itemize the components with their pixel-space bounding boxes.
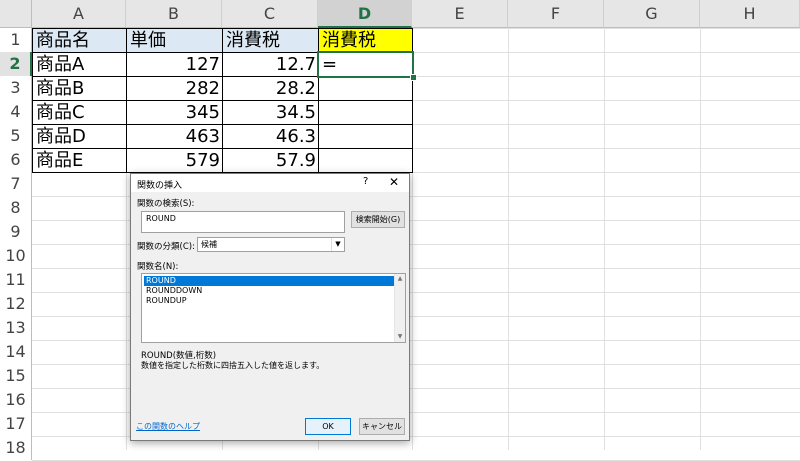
row-header-18[interactable]: 18 [0,436,32,460]
table-cell-tax[interactable]: 12.7 [222,52,319,77]
row-header-16[interactable]: 16 [0,388,32,412]
table-cell-name[interactable]: 商品B [32,76,127,101]
dialog-titlebar[interactable]: 関数の挿入 ? ✕ [131,174,409,192]
row-header-6[interactable]: 6 [0,148,32,172]
table-cell-name[interactable]: 商品C [32,100,127,125]
cancel-button[interactable]: キャンセル [359,418,405,435]
row-header-7[interactable]: 7 [0,172,32,196]
close-icon[interactable]: ✕ [389,175,399,189]
column-header-h[interactable]: H [700,0,800,28]
row-header-17[interactable]: 17 [0,412,32,436]
table-cell-tax[interactable]: 28.2 [222,76,319,101]
row-header-2[interactable]: 2 [0,52,32,76]
row-header-5[interactable]: 5 [0,124,32,148]
row-header-12[interactable]: 12 [0,292,32,316]
header-cell-tax[interactable]: 消費税 [222,28,319,53]
table-cell-d[interactable] [318,100,413,125]
header-cell-name[interactable]: 商品名 [32,28,127,53]
category-label: 関数の分類(C): [137,242,195,252]
insert-function-dialog: 関数の挿入 ? ✕ 関数の検索(S): ROUND 検索開始(G) 関数の分類(… [130,173,410,441]
listbox-scrollbar[interactable]: ▲ ▼ [394,274,405,342]
table-cell-d[interactable] [318,76,413,101]
row-header-1[interactable]: 1 [0,28,32,52]
table-cell-price[interactable]: 579 [126,148,223,173]
table-cell-price[interactable]: 127 [126,52,223,77]
function-search-input[interactable]: ROUND [141,211,345,233]
gridline [604,28,605,450]
row-header-11[interactable]: 11 [0,268,32,292]
row-header-15[interactable]: 15 [0,364,32,388]
table-cell-tax[interactable]: 57.9 [222,148,319,173]
search-start-button[interactable]: 検索開始(G) [351,211,405,228]
active-cell-border [317,51,414,78]
scroll-down-icon[interactable]: ▼ [395,332,405,342]
table-cell-price[interactable]: 282 [126,76,223,101]
gridline [700,28,701,450]
table-cell-d[interactable] [318,124,413,149]
ok-button[interactable]: OK [305,418,351,435]
column-header-b[interactable]: B [126,0,222,28]
row-header-10[interactable]: 10 [0,244,32,268]
dialog-title: 関数の挿入 [137,181,183,191]
column-header-e[interactable]: E [412,0,508,28]
function-listbox[interactable]: ROUND ROUNDDOWN ROUNDUP ▲ ▼ [141,273,406,343]
row-header-8[interactable]: 8 [0,196,32,220]
table-cell-price[interactable]: 345 [126,100,223,125]
chevron-down-icon[interactable]: ▼ [331,238,344,251]
function-list-label: 関数名(N): [137,262,179,272]
row-header-14[interactable]: 14 [0,340,32,364]
header-cell-tax-d[interactable]: 消費税 [318,28,413,53]
column-header-g[interactable]: G [604,0,700,28]
gridline [508,28,509,450]
select-all-corner[interactable] [0,0,32,28]
function-help-link[interactable]: この関数のヘルプ [136,421,200,432]
column-header-d[interactable]: D [318,0,412,28]
help-icon[interactable]: ? [363,176,368,187]
table-cell-tax[interactable]: 46.3 [222,124,319,149]
row-header-3[interactable]: 3 [0,76,32,100]
row-header-9[interactable]: 9 [0,220,32,244]
column-header-c[interactable]: C [222,0,318,28]
header-cell-price[interactable]: 単価 [126,28,223,53]
table-cell-name[interactable]: 商品E [32,148,127,173]
column-header-a[interactable]: A [32,0,126,28]
category-select[interactable]: 候補 ▼ [197,237,345,252]
table-cell-name[interactable]: 商品A [32,52,127,77]
scroll-up-icon[interactable]: ▲ [395,274,405,284]
fill-handle[interactable] [410,74,417,81]
function-item-rounddown[interactable]: ROUNDDOWN [144,286,395,296]
table-border [412,28,413,172]
column-header-f[interactable]: F [508,0,604,28]
category-value: 候補 [201,240,217,249]
search-label: 関数の検索(S): [137,199,195,209]
table-cell-name[interactable]: 商品D [32,124,127,149]
function-description: 数値を指定した桁数に四捨五入した値を返します。 [141,361,325,370]
function-item-round[interactable]: ROUND [144,276,395,286]
row-header-4[interactable]: 4 [0,100,32,124]
function-item-roundup[interactable]: ROUNDUP [144,296,395,306]
row-header-13[interactable]: 13 [0,316,32,340]
table-cell-d[interactable] [318,148,413,173]
table-cell-price[interactable]: 463 [126,124,223,149]
table-cell-tax[interactable]: 34.5 [222,100,319,125]
